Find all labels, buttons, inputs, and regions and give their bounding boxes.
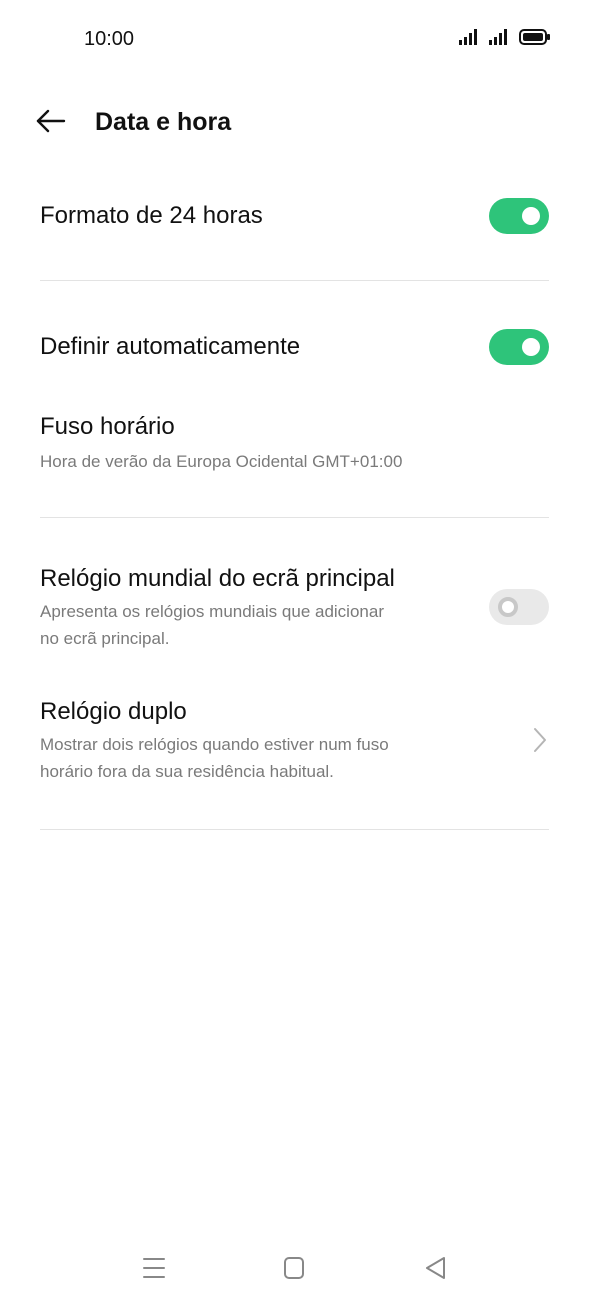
setting-dual-clock[interactable]: Relógio duplo Mostrar dois relógios quan… (40, 697, 549, 785)
setting-world-clock-label: Relógio mundial do ecrã principal (40, 565, 395, 592)
menu-icon (143, 1258, 165, 1278)
status-bar: 10:00 (0, 0, 589, 80)
arrow-left-icon (36, 109, 66, 133)
setting-world-clock[interactable]: Relógio mundial do ecrã principal Aprese… (40, 564, 549, 652)
navigation-bar (0, 1229, 589, 1309)
status-icons (459, 28, 551, 46)
divider (40, 280, 549, 281)
description-line: Mostrar dois relógios quando estiver num… (40, 735, 389, 754)
toggle-knob (498, 597, 518, 617)
page-title: Data e hora (95, 108, 232, 136)
recent-apps-button[interactable] (137, 1251, 171, 1285)
battery-icon (519, 29, 550, 45)
description-line: horário fora da sua residência habitual. (40, 762, 334, 781)
toggle-24h-format[interactable] (489, 198, 549, 234)
toggle-knob (522, 338, 540, 356)
back-triangle-icon (426, 1257, 445, 1279)
setting-timezone-value: Hora de verão da Europa Ocidental GMT+01… (40, 452, 403, 471)
signal-icon (459, 29, 477, 45)
toggle-auto-set[interactable] (489, 329, 549, 365)
status-time: 10:00 (84, 28, 135, 50)
setting-auto-set-label: Definir automaticamente (40, 333, 301, 360)
nav-back-button[interactable] (418, 1251, 452, 1285)
setting-timezone[interactable]: Fuso horário Hora de verão da Europa Oci… (40, 412, 549, 475)
setting-auto-set[interactable]: Definir automaticamente (40, 329, 549, 365)
description-line: Apresenta os relógios mundiais que adici… (40, 602, 384, 621)
chevron-right-icon (534, 728, 546, 752)
divider (40, 829, 549, 830)
signal-icon-2 (489, 29, 507, 45)
setting-dual-clock-label: Relógio duplo (40, 698, 187, 725)
setting-24h-format-label: Formato de 24 horas (40, 202, 263, 229)
setting-24h-format[interactable]: Formato de 24 horas (40, 198, 549, 234)
home-square-icon (284, 1257, 304, 1279)
description-line: no ecrã principal. (40, 629, 170, 648)
divider (40, 517, 549, 518)
header: Data e hora (0, 96, 589, 148)
home-button[interactable] (277, 1251, 311, 1285)
back-button[interactable] (34, 106, 68, 136)
setting-world-clock-description: Apresenta os relógios mundiais que adici… (40, 598, 549, 652)
setting-dual-clock-description: Mostrar dois relógios quando estiver num… (40, 731, 549, 785)
toggle-world-clock[interactable] (489, 589, 549, 625)
toggle-knob (522, 207, 540, 225)
setting-timezone-label: Fuso horário (40, 413, 175, 440)
